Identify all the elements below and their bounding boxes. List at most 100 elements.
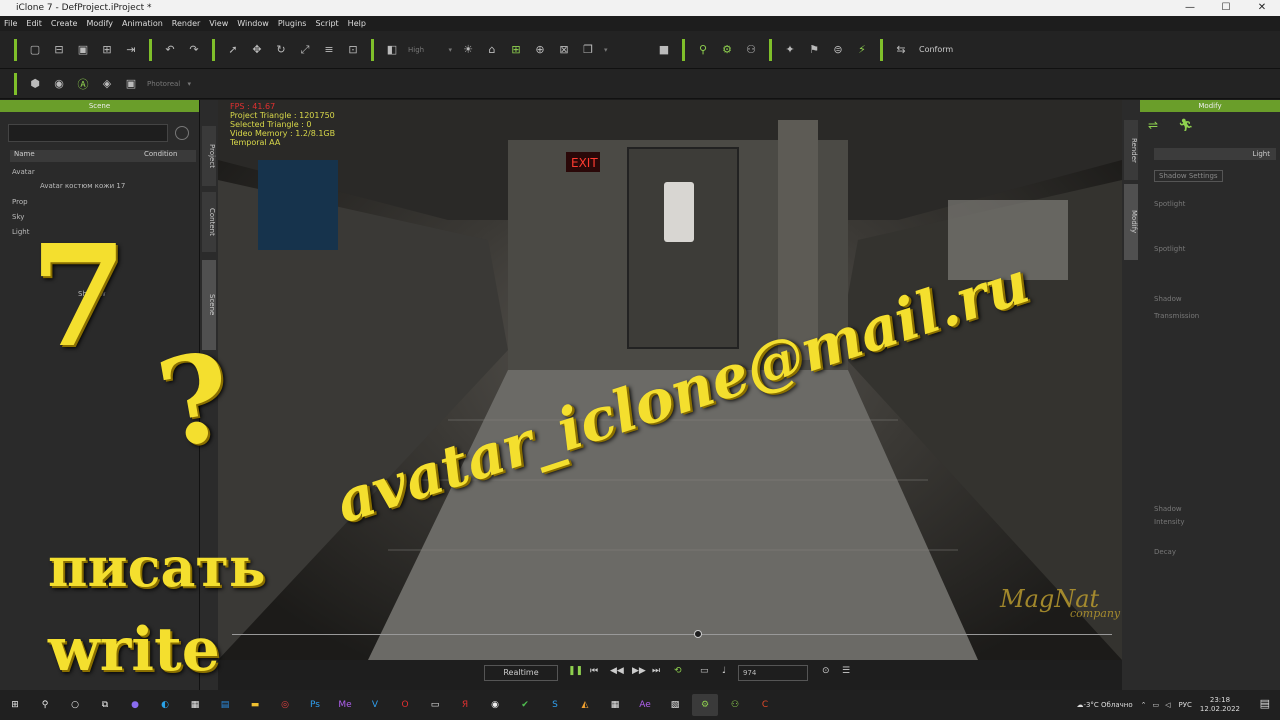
next-frame-icon[interactable]: ▶▶ [632,666,646,676]
scene-search-input[interactable] [8,124,168,142]
move-icon[interactable]: ✥ [247,40,267,60]
tree-item-sky[interactable]: Sky [12,213,24,221]
menu-render[interactable]: Render [172,19,200,28]
explorer-icon[interactable]: ▬ [242,694,268,716]
quality-dropdown[interactable]: High ▾ [404,42,456,58]
rotate-icon[interactable]: ↻ [271,40,291,60]
camera-icon[interactable]: ■ [654,40,674,60]
app-icon-7[interactable]: S [542,694,568,716]
conform-button[interactable]: Conform [919,45,953,54]
last-frame-icon[interactable]: ⏭ [652,666,660,676]
prop-row-7[interactable]: Decay [1154,548,1176,556]
new-file-icon[interactable]: ▢ [25,40,45,60]
shadow-settings-button[interactable]: Shadow Settings [1154,170,1223,182]
pbr-icon[interactable]: ◈ [97,74,117,94]
prop-row-4[interactable]: Transmission [1154,312,1199,320]
conform-icon[interactable]: ⇆ [891,40,911,60]
menu-file[interactable]: File [4,19,17,28]
render-mode-dropdown[interactable]: Photoreal ▾ [143,76,195,92]
pause-icon[interactable]: ❚❚ [568,666,583,676]
timeline-toggle-icon[interactable]: ☰ [842,666,850,676]
tab-content[interactable]: Content [202,192,216,252]
app-icon-2[interactable]: ▦ [182,694,208,716]
timeline-track[interactable] [232,634,1112,635]
bone-icon[interactable]: ⚲ [693,40,713,60]
menu-plugins[interactable]: Plugins [278,19,307,28]
light-icon[interactable]: ☀ [458,40,478,60]
edge-icon[interactable]: ◐ [152,694,178,716]
app-icon-9[interactable]: ▦ [602,694,628,716]
chrome-icon[interactable]: ◎ [272,694,298,716]
column-condition[interactable]: Condition [140,150,177,162]
export-icon[interactable]: ⇥ [121,40,141,60]
opera-icon[interactable]: O [392,694,418,716]
menu-animation[interactable]: Animation [122,19,163,28]
home-icon[interactable]: ⌂ [482,40,502,60]
attribute-icon[interactable]: ⇌ [1148,118,1158,132]
app-icon-4[interactable]: ▭ [422,694,448,716]
tray-chevron-icon[interactable]: ⌃ [1141,701,1147,709]
filter-icon[interactable] [175,126,189,140]
preview-icon[interactable]: ◉ [49,74,69,94]
prop-row-3[interactable]: Shadow [1154,295,1182,303]
crowd-icon[interactable]: ⚇ [741,40,761,60]
pose-icon[interactable]: ✦ [780,40,800,60]
target-icon[interactable]: ⊙ [822,666,830,676]
character-icon[interactable]: ⚙ [717,40,737,60]
import-icon[interactable]: ⊞ [97,40,117,60]
app-icon-6[interactable]: ✔ [512,694,538,716]
loop-icon[interactable]: ⟲ [674,666,682,676]
tree-item-light[interactable]: Light [12,228,29,236]
clock[interactable]: 23:18 12.02.2022 [1200,696,1240,714]
select-icon[interactable]: ➚ [223,40,243,60]
ar-icon[interactable]: Ⓐ [73,74,93,94]
menu-script[interactable]: Script [315,19,338,28]
minimize-button[interactable]: — [1172,0,1208,16]
menu-view[interactable]: View [209,19,228,28]
search-icon[interactable]: ⚲ [32,694,58,716]
iclone-icon[interactable]: ⚙ [692,694,718,716]
tab-modify[interactable]: Modify [1124,184,1138,260]
previous-frame-icon[interactable]: ◀◀ [610,666,624,676]
tab-project[interactable]: Project [202,126,216,186]
motion-icon[interactable]: 🏃︎ [1178,118,1193,132]
snap-icon[interactable]: ⊡ [343,40,363,60]
frame-field[interactable]: 974 [738,665,808,681]
tree-item-prop[interactable]: Prop [12,198,28,206]
weather-text[interactable]: -3°C Облачно [1083,701,1132,709]
plugin-icon[interactable]: ⚡ [852,40,872,60]
media-encoder-icon[interactable]: Me [332,694,358,716]
yandex-icon[interactable]: Я [452,694,478,716]
light-section-header[interactable]: Light [1154,148,1276,160]
render-icon[interactable]: ⬢ [25,74,45,94]
align-icon[interactable]: ≡ [319,40,339,60]
scale-icon[interactable]: ⤢ [295,40,315,60]
undo-icon[interactable]: ↶ [160,40,180,60]
app-icon-12[interactable]: C [752,694,778,716]
speed-icon[interactable]: ▭ [700,666,709,676]
app-icon-1[interactable]: ● [122,694,148,716]
menu-modify[interactable]: Modify [86,19,113,28]
tree-item-avatar[interactable]: Avatar [12,168,35,176]
photoshop-icon[interactable]: Ps [302,694,328,716]
open-folder-icon[interactable]: ⊟ [49,40,69,60]
add-icon[interactable]: ⊕ [530,40,550,60]
grid-icon[interactable]: ⊞ [506,40,526,60]
app-icon-5[interactable]: ◉ [482,694,508,716]
realtime-dropdown[interactable]: Realtime [484,665,558,681]
notifications-icon[interactable]: ▤ [1260,697,1270,710]
cortana-icon[interactable]: ○ [62,694,88,716]
close-button[interactable]: ✕ [1244,0,1280,16]
frame-icon[interactable]: ▣ [121,74,141,94]
viewport-icon[interactable]: ◧ [382,40,402,60]
column-name[interactable]: Name [10,150,140,162]
network-icon[interactable]: ▭ [1153,701,1160,709]
after-effects-icon[interactable]: Ae [632,694,658,716]
language-indicator[interactable]: РУС [1179,701,1192,709]
first-frame-icon[interactable]: ⏮ [590,666,598,676]
menu-window[interactable]: Window [237,19,269,28]
stack-icon[interactable]: ❐ [578,40,598,60]
preset-dropdown[interactable]: ▾ [600,42,652,58]
menu-help[interactable]: Help [348,19,366,28]
save-icon[interactable]: ▣ [73,40,93,60]
